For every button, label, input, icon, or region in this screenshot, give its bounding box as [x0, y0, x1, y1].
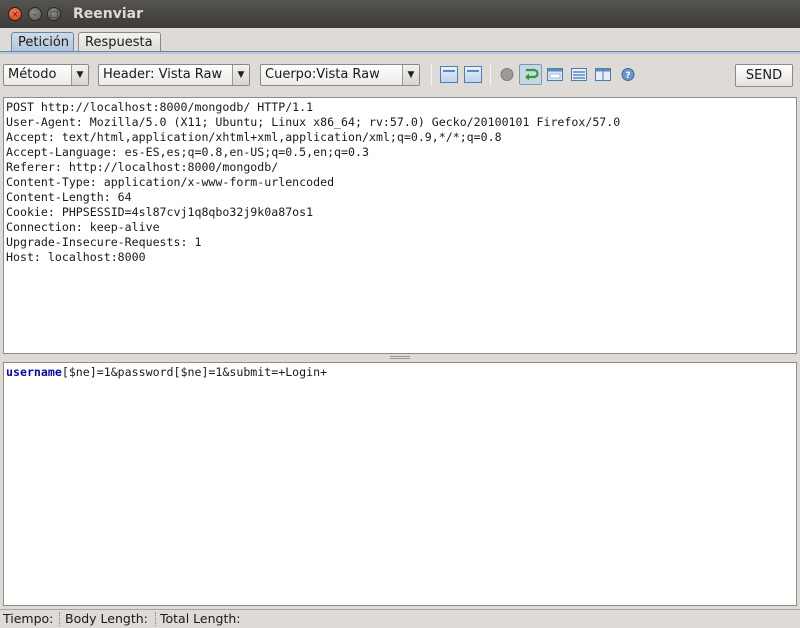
method-select-value: Método [8, 67, 57, 82]
header-line: Content-Type: application/x-www-form-url… [6, 175, 335, 189]
maximize-window-button[interactable]: □ [47, 7, 61, 21]
header-line: Content-Length: 64 [6, 190, 132, 204]
body-param-rest: [$ne]=1&password[$ne]=1&submit=+Login+ [61, 365, 328, 379]
panel-bottom-icon[interactable] [464, 66, 482, 83]
window-title: Reenviar [73, 6, 144, 22]
window-icon[interactable] [546, 66, 564, 83]
header-view-select[interactable]: Header: Vista Raw ▼ [98, 64, 250, 86]
header-line: Host: localhost:8000 [6, 250, 146, 264]
body-param-key: username [6, 365, 62, 379]
body-line: username[$ne]=1&password[$ne]=1&submit=+… [6, 365, 794, 380]
toolbar: Método ▼ Header: Vista Raw ▼ Cuerpo:Vist… [0, 56, 800, 96]
header-line: Cookie: PHPSESSID=4sl87cvj1q8qbo32j9k0a8… [6, 205, 314, 219]
status-body-length: Body Length: [65, 611, 148, 626]
help-icon[interactable]: ? [619, 66, 637, 83]
svg-text:?: ? [625, 71, 630, 81]
toolbar-separator [490, 64, 491, 86]
wrap-toggle-button[interactable] [519, 64, 542, 85]
method-select[interactable]: Método ▼ [3, 64, 89, 86]
editor-splitter[interactable] [0, 354, 800, 362]
title-bar: × – □ Reenviar [0, 0, 800, 28]
header-line: Accept-Language: es-ES,es;q=0.8,en-US;q=… [6, 145, 369, 159]
status-separator [59, 612, 60, 626]
body-view-select[interactable]: Cuerpo:Vista Raw ▼ [260, 64, 420, 86]
wrap-icon [525, 68, 539, 81]
minimize-window-button[interactable]: – [28, 7, 42, 21]
header-line: POST http://localhost:8000/mongodb/ HTTP… [6, 100, 314, 114]
header-line: Upgrade-Insecure-Requests: 1 [6, 235, 202, 249]
header-line: Connection: keep-alive [6, 220, 160, 234]
send-button[interactable]: SEND [735, 64, 793, 87]
request-body-editor[interactable]: username[$ne]=1&password[$ne]=1&submit=+… [3, 362, 797, 606]
status-bar: Tiempo: Body Length: Total Length: [0, 609, 800, 628]
panel-top-icon[interactable] [440, 66, 458, 83]
status-time: Tiempo: [3, 611, 54, 626]
splitter-grip-icon[interactable] [390, 356, 410, 359]
toolbar-separator [431, 64, 432, 86]
header-line: Accept: text/html,application/xhtml+xml,… [6, 130, 502, 144]
tab-underline [0, 51, 800, 54]
header-view-select-value: Header: Vista Raw [103, 67, 223, 82]
status-separator [155, 612, 156, 626]
close-window-button[interactable]: × [8, 7, 22, 21]
body-view-select-value: Cuerpo:Vista Raw [265, 67, 380, 82]
columns-icon[interactable] [594, 66, 612, 83]
record-icon[interactable] [498, 66, 516, 83]
status-total-length: Total Length: [160, 611, 241, 626]
chevron-down-icon[interactable]: ▼ [402, 65, 419, 85]
list-icon[interactable] [570, 66, 588, 83]
chevron-down-icon[interactable]: ▼ [232, 65, 249, 85]
request-header-editor[interactable]: POST http://localhost:8000/mongodb/ HTTP… [3, 97, 797, 354]
chevron-down-icon[interactable]: ▼ [71, 65, 88, 85]
header-line: Referer: http://localhost:8000/mongodb/ [6, 160, 279, 174]
header-line: User-Agent: Mozilla/5.0 (X11; Ubuntu; Li… [6, 115, 621, 129]
